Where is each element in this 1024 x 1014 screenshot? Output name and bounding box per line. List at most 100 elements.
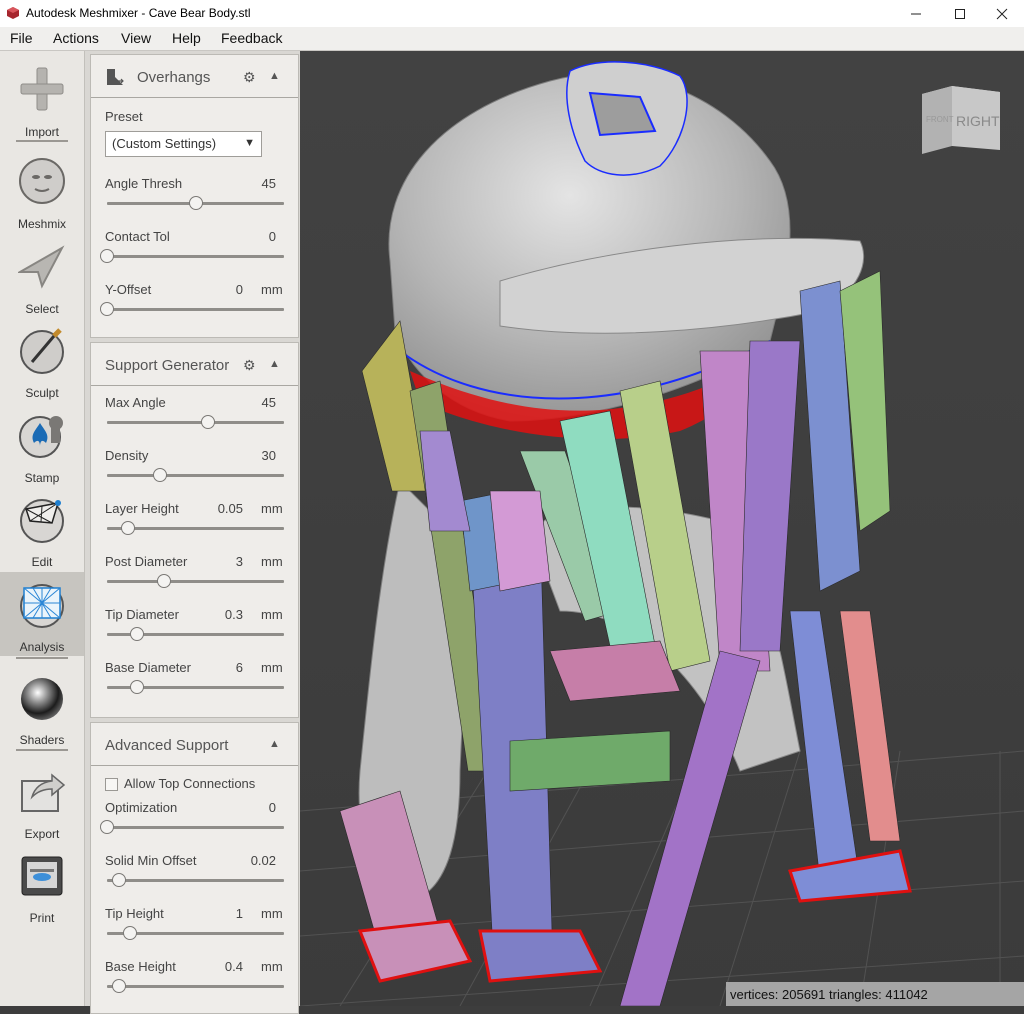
y-offset-slider-track[interactable] <box>100 302 284 316</box>
preset-value: (Custom Settings) <box>112 136 217 151</box>
max-angle-slider-thumb[interactable] <box>200 415 215 429</box>
density-label: Density <box>105 448 149 463</box>
window-title: Autodesk Meshmixer - Cave Bear Body.stl <box>26 6 251 20</box>
post-diameter-label: Post Diameter <box>105 554 188 569</box>
angle-thresh-slider-track[interactable] <box>107 196 284 210</box>
properties-panel-column: Overhangs ⚙ ▲ Preset (Custom Settings) ▼… <box>85 51 300 1014</box>
edit-tool[interactable]: Edit <box>0 487 84 571</box>
stamp-tool[interactable]: Stamp <box>0 403 84 487</box>
select-tool[interactable]: Select <box>0 234 84 318</box>
tip-diameter-value[interactable]: 0.3 <box>203 607 243 622</box>
support-generator-title: Support Generator <box>105 357 230 374</box>
y-offset-slider-thumb[interactable] <box>100 302 114 316</box>
minimize-button[interactable] <box>894 0 938 27</box>
export-tool[interactable]: Export <box>0 759 84 843</box>
density-slider-thumb[interactable] <box>153 468 168 482</box>
minimize-icon <box>911 13 921 14</box>
menu-actions[interactable]: Actions <box>53 30 99 46</box>
advanced-support-header[interactable]: Advanced Support ▲ <box>91 723 298 766</box>
layer-height-value[interactable]: 0.05 <box>203 501 243 516</box>
edit-label: Edit <box>31 555 53 569</box>
meshmix-tool[interactable]: Meshmix <box>0 149 84 233</box>
tip-height-value[interactable]: 1 <box>203 906 243 921</box>
preset-dropdown[interactable]: (Custom Settings) ▼ <box>105 131 262 157</box>
max-angle-slider-track[interactable] <box>107 415 284 429</box>
cube-front-label: FRONT <box>926 115 954 124</box>
3d-viewport[interactable]: FRONT RIGHT vertices: 205691 triangles: … <box>300 51 1024 1006</box>
post-diameter-slider-track[interactable] <box>107 574 284 588</box>
y-offset-value[interactable]: 0 <box>203 282 243 297</box>
tip-height-slider-thumb[interactable] <box>123 926 137 940</box>
tip-diameter-slider-track[interactable] <box>107 627 284 641</box>
angle-thresh-value[interactable]: 45 <box>236 176 276 191</box>
stamp-icon <box>19 416 63 458</box>
layer-height-slider-track[interactable] <box>107 521 284 535</box>
tip-height-slider-track[interactable] <box>107 926 284 940</box>
solid-min-offset-slider-track[interactable] <box>107 873 284 887</box>
analysis-tool[interactable]: Analysis <box>0 572 84 656</box>
close-button[interactable] <box>980 0 1024 27</box>
solid-min-offset-slider-thumb[interactable] <box>112 873 127 887</box>
collapse-caret-icon[interactable]: ▲ <box>269 358 280 370</box>
collapse-caret-icon[interactable]: ▲ <box>269 70 280 82</box>
optimization-slider-track[interactable] <box>100 820 284 834</box>
base-diameter-slider-thumb[interactable] <box>130 680 145 694</box>
overhangs-header[interactable]: Overhangs ⚙ ▲ <box>91 55 298 98</box>
y-offset-label: Y-Offset <box>105 282 152 297</box>
angle-thresh-slider-thumb[interactable] <box>188 196 203 210</box>
menu-file[interactable]: File <box>10 30 33 46</box>
optimization-value[interactable]: 0 <box>236 800 276 815</box>
menu-feedback[interactable]: Feedback <box>221 30 282 46</box>
overhangs-panel: Overhangs ⚙ ▲ Preset (Custom Settings) ▼… <box>90 54 299 338</box>
contact-tol-slider-track[interactable] <box>100 249 284 263</box>
gear-icon[interactable]: ⚙ <box>243 69 256 86</box>
density-value[interactable]: 30 <box>236 448 276 463</box>
mesh-stats-bar: vertices: 205691 triangles: 411042 <box>726 982 1024 1006</box>
gear-icon[interactable]: ⚙ <box>243 357 256 374</box>
contact-tol-slider-thumb[interactable] <box>100 249 114 263</box>
layer-height-slider-thumb[interactable] <box>121 521 136 535</box>
shaders-tool[interactable]: Shaders <box>0 665 84 749</box>
print-tool[interactable]: Print <box>0 843 84 927</box>
close-icon <box>996 8 1008 19</box>
post-diameter-slider-thumb[interactable] <box>156 574 171 588</box>
base-height-value[interactable]: 0.4 <box>203 959 243 974</box>
menu-view[interactable]: View <box>121 30 151 46</box>
chevron-down-icon: ▼ <box>244 137 255 149</box>
contact-tol-value[interactable]: 0 <box>236 229 276 244</box>
printer-icon <box>21 856 63 896</box>
allow-top-connections-checkbox[interactable] <box>105 778 118 791</box>
solid-min-offset-value[interactable]: 0.02 <box>236 853 276 868</box>
tip-height-label: Tip Height <box>105 906 164 921</box>
sculpt-label: Sculpt <box>25 386 59 400</box>
analysis-label: Analysis <box>19 640 65 654</box>
base-height-label: Base Height <box>105 959 176 974</box>
import-label: Import <box>24 125 59 139</box>
maximize-icon <box>955 8 965 19</box>
support-generator-header[interactable]: Support Generator ⚙ ▲ <box>91 343 298 386</box>
toolbar-divider <box>16 749 68 751</box>
export-icon <box>21 773 66 812</box>
tip-diameter-slider-thumb[interactable] <box>130 627 145 641</box>
solid-min-offset-label: Solid Min Offset <box>105 853 197 868</box>
maximize-button[interactable] <box>938 0 982 27</box>
base-diameter-slider-track[interactable] <box>107 680 284 694</box>
collapse-caret-icon[interactable]: ▲ <box>269 738 280 750</box>
stamp-label: Stamp <box>24 471 60 485</box>
base-height-slider-thumb[interactable] <box>112 979 127 993</box>
max-angle-value[interactable]: 45 <box>236 395 276 410</box>
base-height-slider-track[interactable] <box>107 979 284 993</box>
max-angle-label: Max Angle <box>105 395 166 410</box>
post-diameter-value[interactable]: 3 <box>203 554 243 569</box>
sculpt-tool[interactable]: Sculpt <box>0 318 84 402</box>
tip-height-unit: mm <box>261 906 283 921</box>
tool-sidebar: Import Meshmix Select Sculpt Stamp Edit … <box>0 51 85 1006</box>
base-diameter-value[interactable]: 6 <box>203 660 243 675</box>
view-cube[interactable]: FRONT RIGHT <box>922 84 1000 156</box>
optimization-slider-thumb[interactable] <box>100 820 114 834</box>
import-tool[interactable]: Import <box>0 57 84 141</box>
analysis-sphere-icon <box>20 584 64 628</box>
menu-help[interactable]: Help <box>172 30 201 46</box>
density-slider-track[interactable] <box>107 468 284 482</box>
overhangs-title: Overhangs <box>137 69 211 86</box>
